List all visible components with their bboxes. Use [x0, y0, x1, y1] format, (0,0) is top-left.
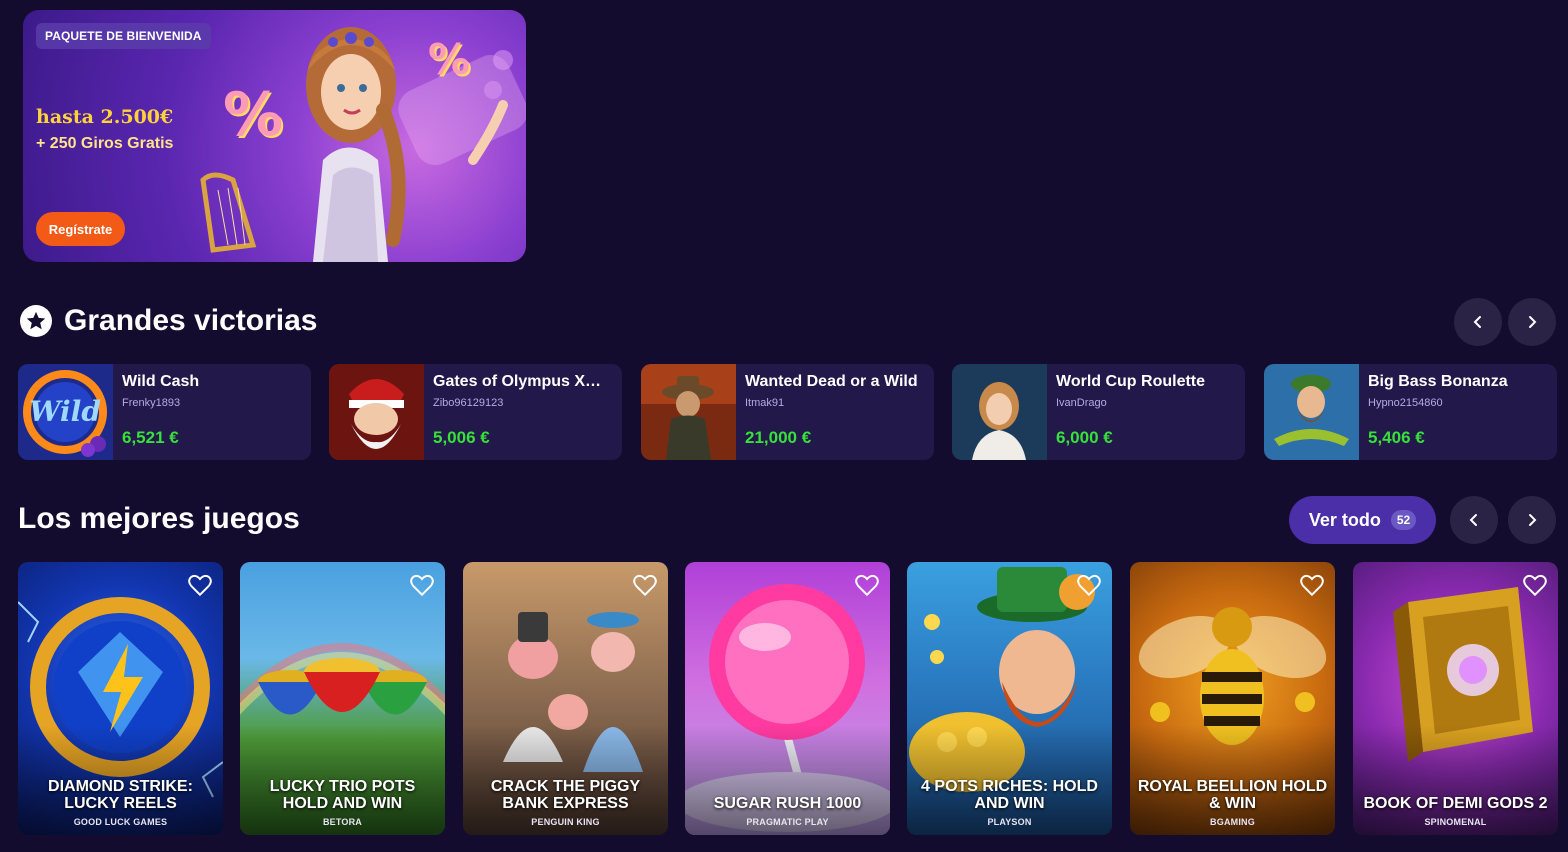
win-amount: 21,000 €	[745, 428, 812, 447]
game-tile[interactable]: ROYAL BEELLION HOLD & WIN BGAMING	[1130, 562, 1335, 835]
game-thumbnail	[1264, 364, 1359, 460]
percent-decoration: %	[428, 35, 471, 84]
chevron-left-icon	[1473, 316, 1481, 328]
games-count-badge: 52	[1390, 510, 1417, 530]
game-tile[interactable]: SUGAR RUSH 1000 PRAGMATIC PLAY	[685, 562, 890, 835]
game-title: LUCKY TRIO POTS HOLD AND WIN	[269, 778, 416, 812]
register-button[interactable]: Regístrate	[36, 212, 125, 246]
big-wins-next-button[interactable]	[1508, 298, 1556, 346]
win-game-name: Gates of Olympus Xma...	[433, 373, 613, 390]
top-games-prev-button[interactable]	[1450, 496, 1498, 544]
win-amount: 6,000 €	[1056, 428, 1113, 447]
game-title: ROYAL BEELLION HOLD & WIN	[1137, 778, 1328, 812]
game-title: CRACK THE PIGGY BANK EXPRESS	[490, 778, 641, 812]
win-username: Frenky1893	[122, 397, 181, 409]
game-tile[interactable]: BOOK OF DEMI GODS 2 SPINOMENAL	[1353, 562, 1558, 835]
win-card[interactable]: Big Bass Bonanza Hypno2154860 5,406 €	[1264, 364, 1557, 460]
game-thumbnail	[952, 364, 1047, 460]
game-thumbnail	[329, 364, 424, 460]
favorite-heart-icon[interactable]	[187, 572, 213, 598]
favorite-heart-icon[interactable]	[1076, 572, 1102, 598]
win-username: Itmak91	[745, 397, 785, 409]
svg-text:Wild: Wild	[29, 395, 101, 428]
top-games-next-button[interactable]	[1508, 496, 1556, 544]
big-wins-heading: Grandes victorias	[20, 304, 317, 338]
favorite-heart-icon[interactable]	[632, 572, 658, 598]
game-thumbnail	[641, 364, 736, 460]
win-card[interactable]: World Cup Roulette IvanDrago 6,000 €	[952, 364, 1245, 460]
game-provider: PRAGMATIC PLAY	[746, 817, 829, 827]
welcome-banner[interactable]: % % PAQUETE DE BIENVENIDA hasta 2.500€ +…	[23, 10, 526, 262]
chevron-right-icon	[1529, 316, 1537, 328]
win-game-name: Wild Cash	[122, 373, 200, 390]
win-game-name: Big Bass Bonanza	[1368, 373, 1508, 390]
game-provider: BGAMING	[1210, 817, 1255, 827]
win-card[interactable]: Gates of Olympus Xma... Zibo96129123 5,0…	[329, 364, 622, 460]
game-tile[interactable]: 4 POTS RICHES: HOLD AND WIN PLAYSON	[907, 562, 1112, 835]
game-title: SUGAR RUSH 1000	[713, 795, 862, 812]
bonus-amount: hasta 2.500€	[36, 106, 174, 128]
win-username: Hypno2154860	[1368, 397, 1443, 409]
game-provider: GOOD LUCK GAMES	[73, 817, 168, 827]
free-spins-text: + 250 Giros Gratis	[36, 135, 174, 152]
game-title: BOOK OF DEMI GODS 2	[1363, 795, 1548, 812]
game-provider: PLAYSON	[987, 817, 1032, 827]
win-game-name: World Cup Roulette	[1056, 373, 1206, 390]
game-tile[interactable]: DIAMOND STRIKE: LUCKY REELS GOOD LUCK GA…	[18, 562, 223, 835]
win-amount: 5,006 €	[433, 428, 490, 447]
favorite-heart-icon[interactable]	[409, 572, 435, 598]
game-title: DIAMOND STRIKE: LUCKY REELS	[48, 778, 193, 812]
favorite-heart-icon[interactable]	[1522, 572, 1548, 598]
view-all-label: Ver todo	[1308, 509, 1381, 530]
star-icon	[20, 305, 52, 337]
win-card[interactable]: Wanted Dead or a Wild Itmak91 21,000 €	[641, 364, 934, 460]
game-title: 4 POTS RICHES: HOLD AND WIN	[921, 778, 1098, 812]
win-username: Zibo96129123	[433, 397, 504, 409]
favorite-heart-icon[interactable]	[854, 572, 880, 598]
percent-decoration: %	[223, 80, 284, 150]
favorite-heart-icon[interactable]	[1299, 572, 1325, 598]
win-amount: 6,521 €	[122, 428, 179, 447]
game-provider: SPINOMENAL	[1424, 817, 1487, 827]
game-tile[interactable]: CRACK THE PIGGY BANK EXPRESS PENGUIN KIN…	[463, 562, 668, 835]
chevron-left-icon	[1469, 514, 1477, 526]
big-wins-prev-button[interactable]	[1454, 298, 1502, 346]
top-games-heading: Los mejores juegos	[18, 502, 300, 536]
game-provider: BETORA	[322, 817, 363, 827]
win-amount: 5,406 €	[1368, 428, 1425, 447]
view-all-button[interactable]: Ver todo 52	[1289, 496, 1436, 544]
top-games-title: Los mejores juegos	[18, 502, 300, 535]
game-tile[interactable]: LUCKY TRIO POTS HOLD AND WIN BETORA	[240, 562, 445, 835]
win-card[interactable]: Wild Wild Cash Frenky1893 6,521 €	[18, 364, 311, 460]
chevron-right-icon	[1529, 514, 1537, 526]
game-provider: PENGUIN KING	[531, 817, 600, 827]
win-game-name: Wanted Dead or a Wild	[745, 373, 918, 390]
game-thumbnail: Wild	[18, 364, 113, 460]
win-username: IvanDrago	[1056, 397, 1107, 409]
welcome-badge: PAQUETE DE BIENVENIDA	[36, 23, 211, 49]
big-wins-title: Grandes victorias	[64, 304, 318, 337]
